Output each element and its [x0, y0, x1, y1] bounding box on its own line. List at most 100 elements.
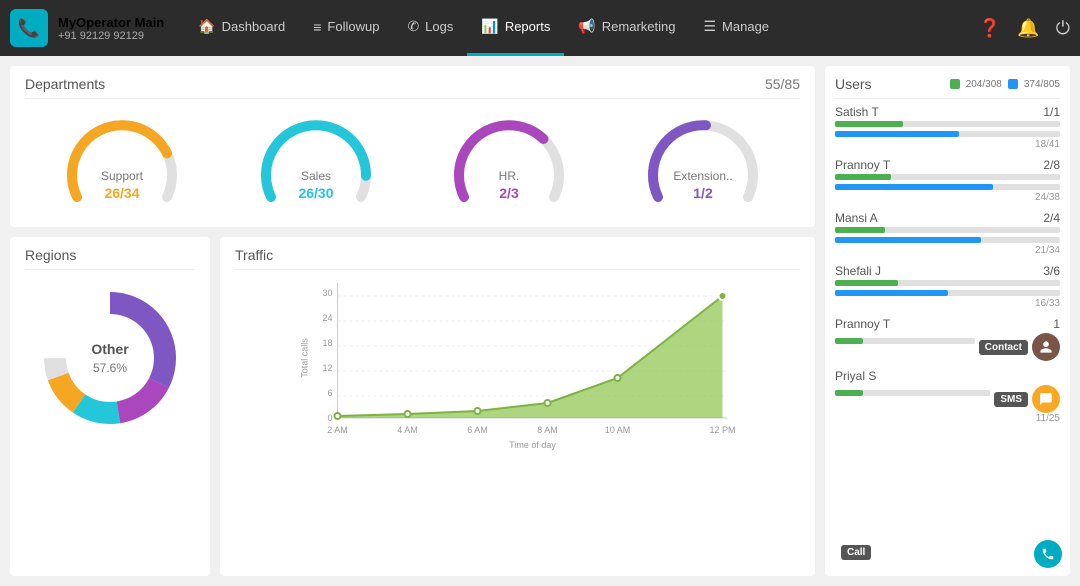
nav-remarketing[interactable]: 📢 Remarketing [564, 0, 689, 56]
power-icon[interactable]: ⏻ [1056, 18, 1070, 39]
users-panel: Users 204/308 374/805 Satish T 1/1 [825, 66, 1070, 576]
departments-section: Departments 55/85 Support 26/34 [10, 66, 815, 227]
svg-text:12 PM: 12 PM [709, 425, 735, 435]
regions-header: Regions [25, 247, 195, 270]
user-shefali-row: Shefali J 3/6 [835, 264, 1060, 278]
main-nav: 🏠 Dashboard ≡ Followup ✆ Logs 📊 Reports … [184, 0, 979, 56]
legend-blue-label: 374/805 [1024, 79, 1060, 90]
logo-icon: 📞 [10, 9, 48, 47]
header: 📞 MyOperator Main +91 92129 92129 🏠 Dash… [0, 0, 1080, 56]
legend-green-dot [950, 79, 960, 89]
main-content: Departments 55/85 Support 26/34 [0, 56, 1080, 586]
user-priyal-stat2: 11/25 [835, 413, 1060, 424]
contact-button[interactable]: Contact [979, 340, 1028, 355]
call-button[interactable]: Call [841, 545, 871, 560]
bar-green-priyal [835, 390, 863, 396]
nav-followup-label: Followup [327, 19, 379, 34]
nav-logs[interactable]: ✆ Logs [393, 0, 467, 56]
svg-text:Support: Support [101, 169, 144, 183]
bar-green-prannoy1 [835, 174, 891, 180]
svg-text:8 AM: 8 AM [537, 425, 558, 435]
svg-text:1/2: 1/2 [693, 185, 713, 201]
gauge-sales: Sales 26/30 [256, 117, 376, 207]
remarketing-icon: 📢 [578, 18, 595, 35]
nav-reports[interactable]: 📊 Reports [467, 0, 564, 56]
user-mansi-name: Mansi A [835, 211, 878, 225]
svg-text:26/34: 26/34 [104, 185, 139, 201]
prannoy2-actions: Contact [835, 333, 1060, 361]
nav-dashboard[interactable]: 🏠 Dashboard [184, 0, 299, 56]
bar-green-shefali [835, 280, 898, 286]
company-phone: +91 92129 92129 [58, 30, 164, 42]
user-satish-bars [835, 121, 1060, 139]
logo: 📞 MyOperator Main +91 92129 92129 [10, 9, 164, 47]
users-legend: 204/308 374/805 [950, 79, 1060, 90]
company-name: MyOperator Main [58, 15, 164, 30]
svg-text:Time of day: Time of day [509, 440, 556, 450]
departments-header: Departments 55/85 [25, 76, 800, 99]
svg-text:Total calls: Total calls [300, 338, 310, 378]
user-shefali-name: Shefali J [835, 264, 881, 278]
svg-text:57.6%: 57.6% [93, 361, 127, 375]
call-icon-teal[interactable] [1034, 540, 1062, 568]
sms-icon-yellow[interactable] [1032, 385, 1060, 413]
user-priyal-row: Priyal S [835, 369, 1060, 383]
svg-text:30: 30 [322, 288, 332, 298]
user-prannoy1-stat: 2/8 [1043, 158, 1060, 172]
manage-icon: ☰ [703, 18, 716, 35]
user-prannoy2-row: Prannoy T 1 [835, 317, 1060, 331]
donut-chart: Other 57.6% [25, 278, 195, 438]
regions-section: Regions [10, 237, 210, 576]
legend-blue-dot [1008, 79, 1018, 89]
regions-title: Regions [25, 247, 76, 263]
user-item-priyal: Priyal S SMS 11/25 [835, 369, 1060, 424]
help-icon[interactable]: ❓ [979, 18, 1001, 39]
user-item-shefali: Shefali J 3/6 16/33 [835, 264, 1060, 309]
user-mansi-bars [835, 227, 1060, 245]
users-title: Users [835, 76, 872, 92]
bar-blue-shefali [835, 290, 948, 296]
user-item-prannoy1: Prannoy T 2/8 24/38 [835, 158, 1060, 203]
user-item-satish: Satish T 1/1 18/41 [835, 105, 1060, 150]
nav-followup[interactable]: ≡ Followup [299, 0, 393, 56]
svg-text:Other: Other [91, 341, 129, 357]
bar-green-mansi [835, 227, 885, 233]
nav-reports-label: Reports [505, 19, 551, 34]
gauges-row: Support 26/34 Sales 26/30 [25, 107, 800, 217]
contact-icon-brown[interactable] [1032, 333, 1060, 361]
bottom-row: Regions [10, 237, 815, 576]
svg-text:HR.: HR. [499, 169, 520, 183]
user-prannoy1-bars [835, 174, 1060, 192]
traffic-chart: 0 6 12 18 24 30 2 AM [235, 278, 800, 428]
user-prannoy2-name: Prannoy T [835, 317, 890, 331]
nav-remarketing-label: Remarketing [602, 19, 676, 34]
bar-blue-satish [835, 131, 959, 137]
traffic-section: Traffic 0 6 12 18 24 [220, 237, 815, 576]
nav-manage[interactable]: ☰ Manage [689, 0, 783, 56]
traffic-header: Traffic [235, 247, 800, 270]
gauge-extension: Extension.. 1/2 [643, 117, 763, 207]
traffic-title: Traffic [235, 247, 273, 263]
user-shefali-stat2: 16/33 [835, 298, 1060, 309]
svg-text:Extension..: Extension.. [673, 169, 732, 183]
gauge-support: Support 26/34 [62, 117, 182, 207]
followup-icon: ≡ [313, 19, 321, 35]
user-prannoy1-name: Prannoy T [835, 158, 890, 172]
priyal-actions: SMS [835, 385, 1060, 413]
sms-button[interactable]: SMS [994, 392, 1028, 407]
svg-text:2/3: 2/3 [500, 185, 520, 201]
user-satish-name: Satish T [835, 105, 879, 119]
user-item-mansi: Mansi A 2/4 21/34 [835, 211, 1060, 256]
priyal-bars [835, 390, 990, 408]
nav-dashboard-label: Dashboard [222, 19, 286, 34]
bell-icon[interactable]: 🔔 [1017, 18, 1039, 39]
svg-text:4 AM: 4 AM [397, 425, 418, 435]
svg-text:26/30: 26/30 [298, 185, 333, 201]
user-prannoy1-stat2: 24/38 [835, 192, 1060, 203]
left-panel: Departments 55/85 Support 26/34 [10, 66, 815, 576]
bar-blue-mansi [835, 237, 981, 243]
user-mansi-stat2: 21/34 [835, 245, 1060, 256]
bar-green-prannoy2 [835, 338, 863, 344]
nav-logs-label: Logs [425, 19, 453, 34]
user-item-prannoy2: Prannoy T 1 Contact [835, 317, 1060, 361]
